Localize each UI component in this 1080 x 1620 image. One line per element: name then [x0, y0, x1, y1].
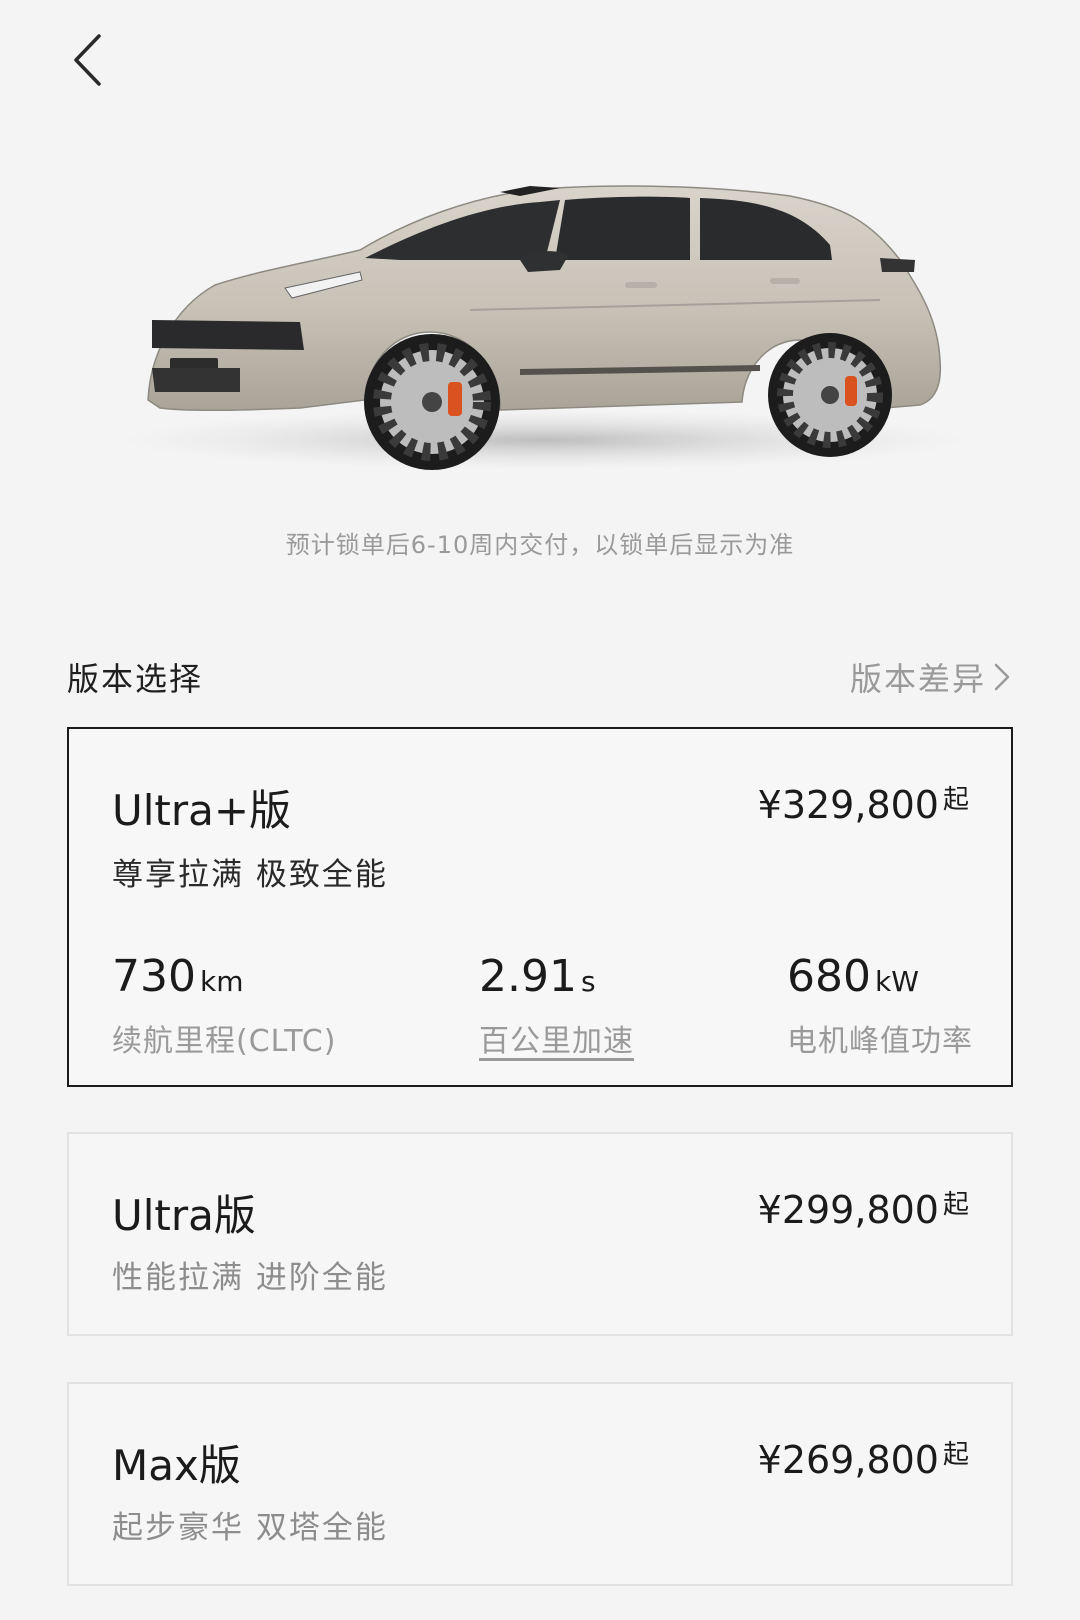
variant-slogan: 性能拉满 进阶全能	[112, 1260, 388, 1296]
variant-price: ¥329,800 起	[758, 779, 969, 827]
car-hero-image	[0, 110, 1080, 510]
variant-slogan: 尊享拉满 极致全能	[112, 857, 388, 893]
back-button[interactable]	[62, 30, 112, 90]
price-suffix: 起	[942, 1190, 969, 1220]
spec-value: 730	[112, 951, 196, 1002]
spec-unit: km	[199, 965, 244, 998]
section-title: 版本选择	[67, 660, 204, 698]
price-value: ¥269,800	[757, 1438, 939, 1482]
variant-card-ultra[interactable]: Ultra版 ¥299,800 起 性能拉满 进阶全能	[67, 1132, 1013, 1336]
price-suffix: 起	[942, 1440, 969, 1470]
spec-unit: kW	[874, 965, 919, 998]
spec-value: 680	[787, 951, 871, 1002]
variant-price: ¥269,800 起	[758, 1434, 969, 1482]
variant-slogan: 起步豪华 双塔全能	[112, 1510, 388, 1546]
spec-value: 2.91	[479, 951, 577, 1002]
spec-unit: s	[580, 965, 596, 998]
variant-price: ¥299,800 起	[758, 1184, 969, 1232]
spec-label: 电机峰值功率	[787, 1024, 973, 1059]
price-value: ¥329,800	[757, 783, 939, 827]
variant-card-max[interactable]: Max版 ¥269,800 起 起步豪华 双塔全能	[67, 1382, 1013, 1586]
chevron-left-icon	[74, 34, 101, 86]
version-diff-label: 版本差异	[849, 660, 986, 698]
price-suffix: 起	[942, 785, 969, 815]
variant-name: Ultra版	[112, 1191, 256, 1240]
variant-name: Max版	[112, 1441, 241, 1490]
variant-name: Ultra+版	[112, 786, 292, 835]
spec-acceleration: 2.91 s 百公里加速	[479, 951, 634, 1060]
spec-power: 680 kW 电机峰值功率	[787, 951, 973, 1060]
acceleration-info-link[interactable]: 百公里加速	[479, 1016, 634, 1060]
spec-label: 续航里程(CLTC)	[112, 1024, 337, 1059]
delivery-note: 预计锁单后6-10周内交付，以锁单后显示为准	[285, 531, 795, 559]
variant-card-ultra-plus[interactable]: Ultra+版 ¥329,800 起 尊享拉满 极致全能 730 km 续航里程(C…	[67, 727, 1013, 1087]
chevron-right-icon	[994, 663, 1010, 691]
spec-range: 730 km 续航里程(CLTC)	[112, 951, 336, 1060]
version-diff-link[interactable]: 版本差异	[850, 654, 1012, 700]
price-value: ¥299,800	[757, 1188, 939, 1232]
